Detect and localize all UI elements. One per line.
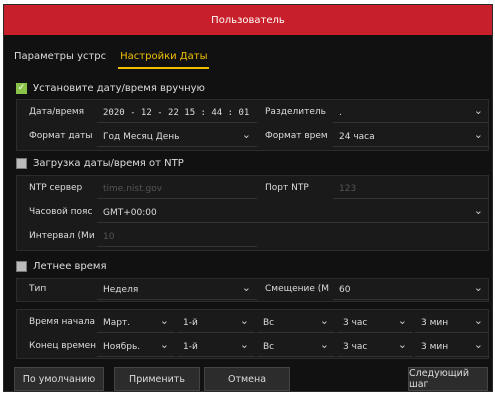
timezone-value: GMT+00:00 <box>103 207 157 218</box>
manual-label: Установите дату/время вручную <box>33 83 205 94</box>
tab-bar: Параметры устрс Настройки Даты <box>12 49 210 69</box>
start-week-value: 1-й <box>183 317 198 328</box>
separator-select[interactable]: . <box>333 103 489 123</box>
manual-checkbox[interactable]: ✓ <box>16 83 27 94</box>
next-step-button[interactable]: Следующий шаг <box>408 367 488 391</box>
separator-value: . <box>339 107 342 118</box>
start-minute-select[interactable]: 3 мин <box>415 313 489 333</box>
default-button[interactable]: По умолчанию <box>14 367 104 391</box>
time-format-value: 24 часа <box>339 131 375 142</box>
end-minute-value: 3 мин <box>421 341 449 352</box>
date-format-select[interactable]: Год Месяц День <box>97 127 257 147</box>
ntp-label: Загрузка даты/время от NTP <box>33 158 184 169</box>
window-title: Пользователь <box>4 5 492 35</box>
dst-offset-label: Смещение (М <box>265 284 330 294</box>
date-label: Дата/время <box>29 107 85 117</box>
format-row: Формат даты Год Месяц День Формат врем 2… <box>17 126 489 148</box>
cancel-button[interactable]: Отмена <box>204 367 290 391</box>
end-hour-select[interactable]: 3 час <box>337 337 413 357</box>
timezone-label: Часовой пояс <box>29 207 93 217</box>
ntp-server-label: NTP сервер <box>29 183 83 193</box>
start-day-select[interactable]: Вс <box>257 313 335 333</box>
dst-type-select[interactable]: Неделя <box>97 280 257 300</box>
start-month-select[interactable]: Март. <box>97 313 175 333</box>
start-month-value: Март. <box>103 317 131 328</box>
dst-end-label: Конец времен <box>29 341 97 351</box>
time-format-label: Формат врем <box>265 131 328 141</box>
dst-type-label: Тип <box>29 284 47 294</box>
interval-input[interactable]: 10 <box>97 227 257 247</box>
start-minute-value: 3 мин <box>421 317 449 328</box>
dst-type-value: Неделя <box>103 284 139 295</box>
end-month-select[interactable]: Ноябрь. <box>97 337 175 357</box>
ntp-server-input[interactable]: time.nist.gov <box>97 179 257 199</box>
apply-button[interactable]: Применить <box>114 367 200 391</box>
dst-label: Летнее время <box>33 261 107 272</box>
dst-end-row: Конец времен Ноябрь. 1-й Вс 3 час 3 мин <box>17 336 489 358</box>
start-hour-value: 3 час <box>343 317 368 328</box>
dst-checkbox[interactable] <box>16 261 27 272</box>
date-format-value: Год Месяц День <box>103 131 180 142</box>
time-format-select[interactable]: 24 часа <box>333 127 489 147</box>
settings-window: Пользователь Параметры устрс Настройки Д… <box>3 4 493 392</box>
ntp-port-input[interactable]: 123 <box>333 179 489 199</box>
separator-label: Разделитель <box>265 107 326 117</box>
ntp-server-row: NTP сервер time.nist.gov Порт NTP 123 <box>17 178 489 200</box>
tab-device-params[interactable]: Параметры устрс <box>12 49 108 69</box>
manual-panel: Дата/время 2020 - 12 - 22 15 : 44 : 01 Р… <box>16 99 489 151</box>
end-week-value: 1-й <box>183 341 198 352</box>
timezone-select[interactable]: GMT+00:00 <box>97 203 489 223</box>
dst-option[interactable]: Летнее время <box>16 261 106 272</box>
dst-start-label: Время начала <box>29 317 95 327</box>
interval-row: Интервал (Ми 10 <box>17 226 488 248</box>
end-day-value: Вс <box>263 341 275 352</box>
timezone-row: Часовой пояс GMT+00:00 <box>17 202 489 224</box>
dst-type-row: Тип Неделя Смещение (М 60 <box>17 279 489 301</box>
date-row: Дата/время 2020 - 12 - 22 15 : 44 : 01 Р… <box>17 102 489 124</box>
dst-start-row: Время начала Март. 1-й Вс 3 час 3 мин <box>17 312 489 334</box>
interval-label: Интервал (Ми <box>29 231 95 241</box>
end-day-select[interactable]: Вс <box>257 337 335 357</box>
end-month-value: Ноябрь. <box>103 341 141 352</box>
start-day-value: Вс <box>263 317 275 328</box>
datetime-input[interactable]: 2020 - 12 - 22 15 : 44 : 01 <box>97 103 257 123</box>
manual-datetime-option[interactable]: ✓ Установите дату/время вручную <box>16 83 205 94</box>
start-week-select[interactable]: 1-й <box>177 313 255 333</box>
ntp-option[interactable]: Загрузка даты/время от NTP <box>16 158 184 169</box>
end-week-select[interactable]: 1-й <box>177 337 255 357</box>
tab-date-settings[interactable]: Настройки Даты <box>118 49 210 69</box>
ntp-port-label: Порт NTP <box>265 183 309 193</box>
start-hour-select[interactable]: 3 час <box>337 313 413 333</box>
dst-offset-select[interactable]: 60 <box>333 280 489 300</box>
end-minute-select[interactable]: 3 мин <box>415 337 489 357</box>
ntp-panel: NTP сервер time.nist.gov Порт NTP 123 Ча… <box>16 175 489 251</box>
dst-offset-value: 60 <box>339 284 351 295</box>
dst-range-panel: Время начала Март. 1-й Вс 3 час 3 мин Ко… <box>16 309 489 359</box>
end-hour-value: 3 час <box>343 341 368 352</box>
dst-type-panel: Тип Неделя Смещение (М 60 <box>16 278 489 302</box>
ntp-checkbox[interactable] <box>16 158 27 169</box>
date-format-label: Формат даты <box>29 131 93 141</box>
